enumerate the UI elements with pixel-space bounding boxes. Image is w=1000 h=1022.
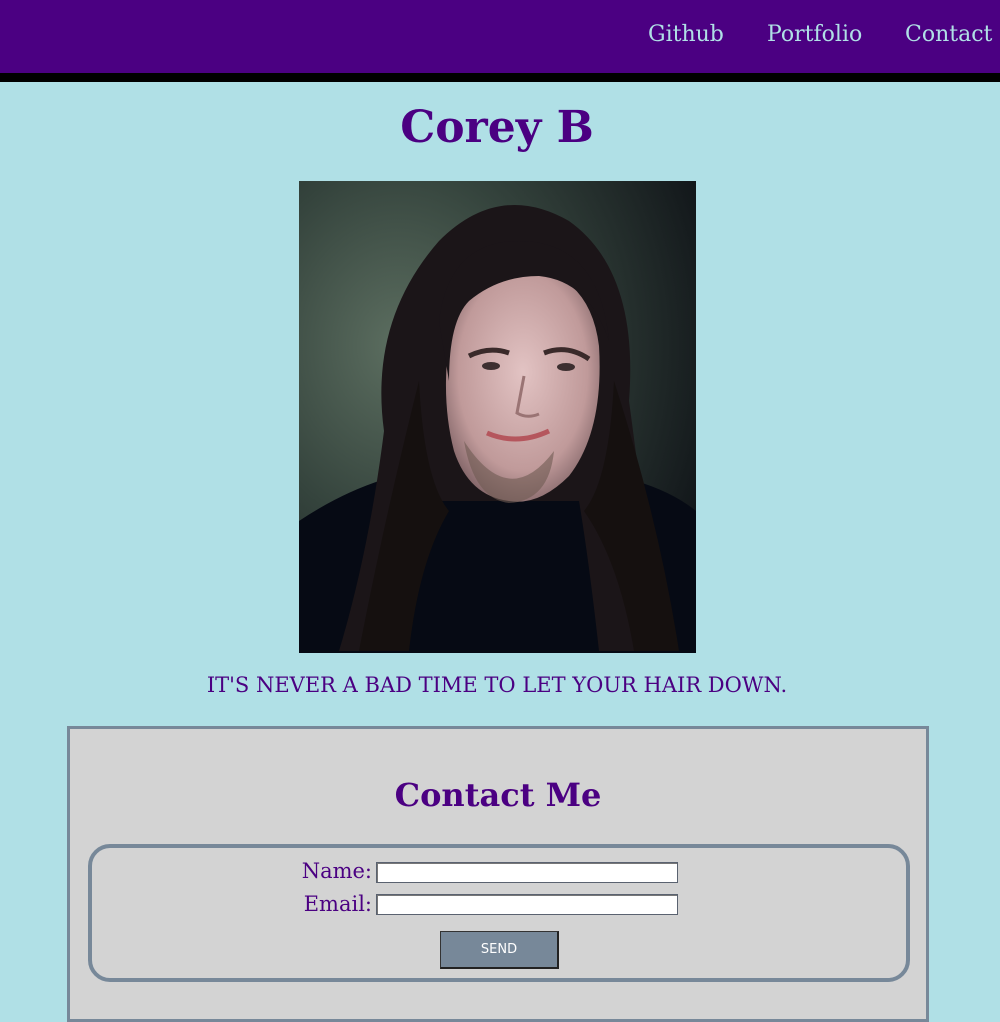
contact-section: Contact Me Name: Email: SEND (67, 726, 929, 1022)
name-input[interactable] (376, 862, 678, 883)
navbar: Github Portfolio Contact (0, 0, 1000, 82)
nav-link-portfolio[interactable]: Portfolio (767, 20, 862, 50)
page-title: Corey B (400, 102, 594, 153)
email-input[interactable] (376, 894, 678, 915)
portrait-photo-icon (299, 181, 696, 653)
name-label: Name: (301, 859, 372, 883)
nav-link-github[interactable]: Github (648, 20, 724, 50)
send-button[interactable]: SEND (440, 931, 559, 969)
profile-photo (299, 181, 696, 653)
tagline: IT'S NEVER A BAD TIME TO LET YOUR HAIR D… (206, 673, 788, 697)
email-label: Email: (303, 892, 372, 916)
nav-link-contact[interactable]: Contact (905, 20, 992, 50)
contact-form: Name: Email: SEND (88, 844, 910, 982)
contact-title: Contact Me (394, 776, 602, 814)
